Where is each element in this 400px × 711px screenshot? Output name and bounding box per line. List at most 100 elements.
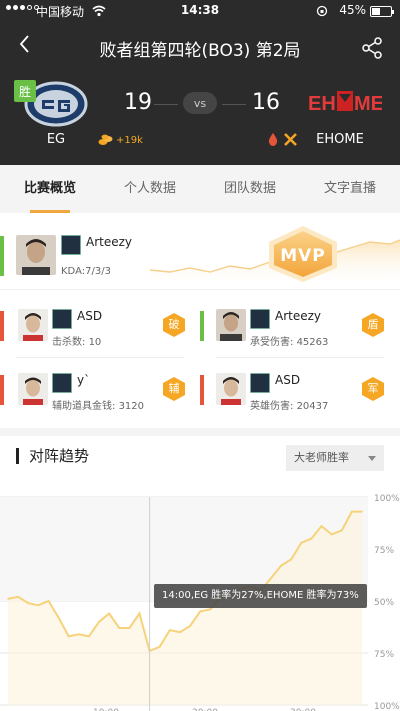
- data-point: [179, 631, 181, 633]
- rotation-lock-icon: [316, 5, 328, 17]
- data-point: [189, 625, 191, 627]
- award1-player-name: ASD: [77, 309, 103, 323]
- data-point: [209, 608, 212, 611]
- data-point: [88, 635, 90, 638]
- data-point: [47, 600, 50, 602]
- win-badge: 胜: [14, 80, 36, 102]
- data-point: [199, 610, 201, 613]
- team-right-icons: [268, 133, 297, 146]
- award1-hero-icon: [52, 309, 72, 329]
- mvp-badge-label: MVP: [280, 246, 326, 266]
- award3-hero-icon: [52, 373, 72, 393]
- award2-stat: 承受伤害: 45263: [250, 337, 329, 348]
- ehome-team-logo: EH ME: [308, 91, 382, 115]
- mvp-player-name: Arteezy: [86, 235, 133, 249]
- team-color-bar: [200, 375, 204, 405]
- gold-lead: +19k: [98, 134, 143, 146]
- team-color-bar: [0, 311, 4, 341]
- y-tick-label: 75%: [374, 546, 394, 556]
- match-header: 败者组第四轮(BO3) 第2局 胜 EG 19 vs 16 EH ME EHOM…: [0, 22, 400, 165]
- data-point: [98, 621, 100, 623]
- status-bar: 中国移动 14:38 45%: [0, 0, 400, 22]
- crossed-swords-icon: [284, 133, 297, 146]
- tab-overview[interactable]: 比赛概览: [0, 165, 100, 213]
- mvp-hero-icon: [61, 235, 81, 255]
- data-point: [158, 645, 161, 648]
- data-point: [37, 604, 40, 606]
- y-tick-label: 100%: [374, 702, 400, 711]
- y-tick-label: 100%: [374, 494, 400, 504]
- battery-icon: [370, 6, 394, 17]
- data-point: [108, 612, 110, 615]
- data-point: [330, 533, 333, 536]
- award3-stat: 辅助道具金钱: 3120: [52, 401, 145, 412]
- tab-team-data[interactable]: 团队数据: [200, 165, 300, 213]
- battery-percent: 45%: [339, 3, 366, 17]
- data-point: [340, 529, 343, 532]
- data-point: [138, 612, 141, 615]
- team-right-name: EHOME: [316, 132, 364, 147]
- award1-stat: 击杀数: 10: [52, 337, 102, 348]
- gold-coins-icon: [98, 134, 113, 145]
- award4-role-badge: 军: [362, 377, 384, 401]
- divider: [16, 357, 184, 358]
- data-point: [78, 633, 80, 636]
- svg-text:ME: ME: [354, 93, 382, 115]
- data-point: [280, 564, 282, 567]
- gold-lead-value: +19k: [116, 134, 143, 146]
- score-divider: [154, 104, 178, 105]
- data-point: [7, 598, 9, 600]
- vs-badge: vs: [183, 92, 217, 114]
- divider: [216, 357, 384, 358]
- data-point: [27, 602, 30, 604]
- award4-stat: 英雄伤害: 20437: [250, 401, 329, 412]
- award2-hero-icon: [250, 309, 270, 329]
- y-tick-label: 50%: [374, 598, 394, 608]
- data-point: [270, 577, 272, 579]
- data-point: [57, 616, 60, 619]
- award4-hero-icon: [250, 373, 270, 393]
- data-point: [361, 510, 363, 513]
- svg-text:EH: EH: [308, 93, 336, 115]
- team-color-bar: [0, 236, 4, 276]
- data-point: [320, 525, 323, 527]
- team-right-score: 16: [252, 90, 280, 115]
- team-left-name: EG: [46, 132, 66, 147]
- award3-role-badge: 辅: [163, 377, 185, 401]
- tab-bar: 比赛概览 个人数据 团队数据 文字直播: [0, 165, 400, 213]
- award3-player-name: y`: [77, 373, 91, 387]
- data-point: [17, 596, 19, 598]
- data-point: [169, 629, 171, 631]
- first-blood-icon: [268, 133, 278, 146]
- data-point: [118, 627, 121, 629]
- data-point: [67, 635, 70, 638]
- trend-title: 对阵趋势: [16, 448, 89, 464]
- chart-tooltip: 14:00,EG 胜率为27%,EHOME 胜率为73%: [154, 584, 367, 608]
- team-color-bar: [200, 311, 204, 341]
- award1-role-badge: 破: [163, 313, 185, 337]
- score-divider: [222, 104, 246, 105]
- mvp-kda: KDA:7/3/3: [61, 266, 111, 277]
- tab-text-live[interactable]: 文字直播: [300, 165, 400, 213]
- mvp-player-avatar: [16, 235, 56, 275]
- data-point: [128, 627, 131, 629]
- mvp-card[interactable]: Arteezy KDA:7/3/3 MVP: [0, 222, 400, 288]
- data-point: [351, 510, 353, 513]
- award2-role-badge: 盾: [362, 313, 384, 337]
- data-point: [290, 558, 293, 561]
- award1-player-avatar: [18, 309, 48, 341]
- page-title: 败者组第四轮(BO3) 第2局: [99, 41, 301, 61]
- share-icon[interactable]: [360, 36, 384, 60]
- award4-player-avatar: [216, 373, 246, 405]
- team-left-score: 19: [124, 90, 152, 115]
- chevron-down-icon: [368, 456, 376, 461]
- win-rate-source-dropdown[interactable]: 大老师胜率: [286, 445, 384, 471]
- y-tick-label: 75%: [374, 650, 394, 660]
- trend-section-header: 对阵趋势 大老师胜率: [0, 428, 400, 474]
- tab-personal-data[interactable]: 个人数据: [100, 165, 200, 213]
- award2-player-name: Arteezy: [275, 309, 322, 323]
- divider: [0, 289, 400, 290]
- award3-player-avatar: [18, 373, 48, 405]
- dropdown-value: 大老师胜率: [294, 451, 349, 464]
- data-point: [310, 537, 313, 540]
